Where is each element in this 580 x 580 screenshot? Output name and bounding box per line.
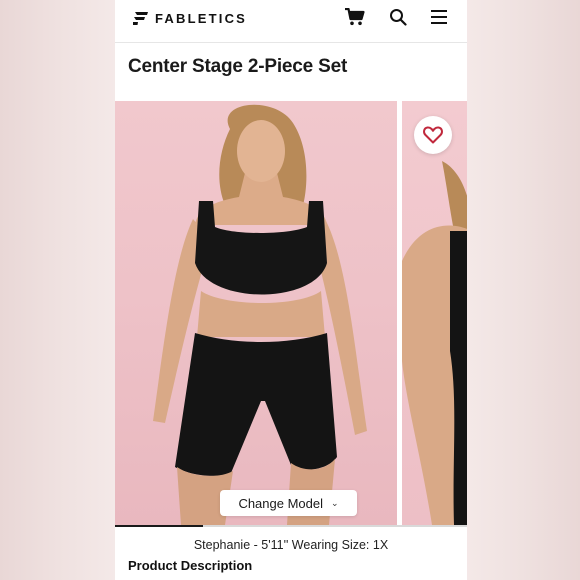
brand-logo[interactable]: FABLETICS [133, 8, 247, 28]
model-photo-illustration [153, 104, 367, 525]
product-title: Center Stage 2-Piece Set [128, 56, 348, 77]
carousel-progress-bar [115, 525, 467, 527]
search-icon[interactable] [387, 6, 409, 28]
fabletics-logo-mark [133, 12, 148, 25]
hamburger-menu-icon[interactable] [428, 6, 450, 28]
mobile-page: FABLETICS Center Stage 2-Piece Set Chang… [115, 0, 467, 580]
chevron-down-icon: ⌄ [331, 497, 339, 508]
brand-name: FABLETICS [155, 10, 248, 26]
cart-icon[interactable] [344, 6, 366, 28]
product-image-next[interactable] [402, 101, 467, 525]
change-model-button[interactable]: Change Model ⌄ [220, 490, 357, 516]
carousel-progress-fill [115, 525, 203, 527]
next-photo-illustration [402, 161, 467, 525]
product-description-heading[interactable]: Product Description [128, 558, 252, 573]
top-navigation-bar: FABLETICS [115, 0, 467, 43]
product-image-main[interactable] [115, 101, 397, 525]
change-model-label: Change Model [238, 495, 323, 511]
favorite-heart-button[interactable] [414, 116, 452, 154]
product-image-carousel[interactable]: Change Model ⌄ [115, 101, 467, 525]
model-size-info: Stephanie - 5'11'' Wearing Size: 1X [193, 538, 389, 552]
heart-icon [423, 126, 443, 144]
